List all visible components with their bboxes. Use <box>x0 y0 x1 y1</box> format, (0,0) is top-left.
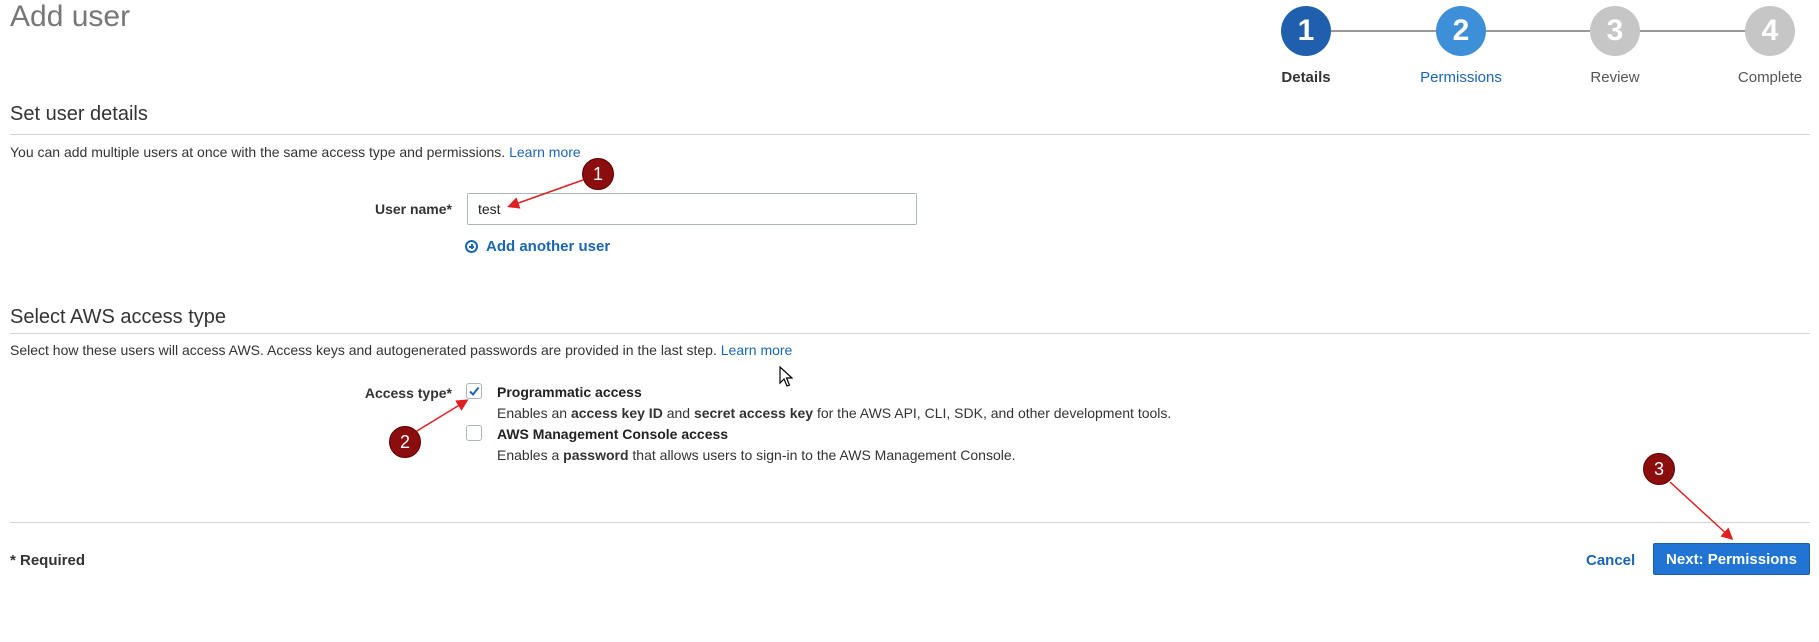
programmatic-access-desc: Enables an access key ID and secret acce… <box>497 405 1172 421</box>
console-access-desc: Enables a password that allows users to … <box>497 447 1016 463</box>
annotation-marker-2: 2 <box>389 426 421 458</box>
step-1-circle: 1 <box>1281 6 1331 56</box>
cancel-button[interactable]: Cancel <box>1586 552 1635 569</box>
programmatic-access-title: Programmatic access <box>497 384 642 400</box>
footer-divider <box>10 522 1810 523</box>
section-divider <box>10 333 1810 334</box>
step-3-label: Review <box>1590 69 1640 86</box>
checkmark-icon <box>469 386 480 397</box>
page-title: Add user <box>10 0 131 33</box>
access-type-description: Select how these users will access AWS. … <box>10 342 793 358</box>
step-4-circle: 4 <box>1745 6 1795 56</box>
learn-more-link[interactable]: Learn more <box>721 342 793 358</box>
cursor-icon <box>779 366 793 387</box>
user-name-input[interactable] <box>467 193 917 225</box>
section-divider <box>10 134 1810 135</box>
plus-circle-icon <box>465 240 478 253</box>
user-name-label: User name* <box>374 201 452 217</box>
step-2-label: Permissions <box>1420 69 1502 86</box>
required-note: * Required <box>10 552 86 569</box>
annotation-marker-3: 3 <box>1643 453 1675 485</box>
add-another-user-link[interactable]: Add another user <box>465 238 610 255</box>
step-connector <box>1331 30 1436 32</box>
console-access-checkbox[interactable] <box>466 425 482 441</box>
step-3-circle: 3 <box>1590 6 1640 56</box>
step-2-circle: 2 <box>1436 6 1486 56</box>
learn-more-link[interactable]: Learn more <box>509 144 581 160</box>
annotation-arrow <box>411 399 469 435</box>
step-1-label: Details <box>1281 69 1331 86</box>
console-access-title: AWS Management Console access <box>497 426 729 442</box>
programmatic-access-checkbox[interactable] <box>466 383 482 399</box>
step-connector <box>1486 30 1590 32</box>
access-type-label: Access type* <box>364 385 452 401</box>
step-4-label: Complete <box>1737 69 1803 86</box>
user-details-description: You can add multiple users at once with … <box>10 144 581 160</box>
annotation-arrow <box>1669 481 1734 541</box>
user-details-heading: Set user details <box>10 103 148 125</box>
next-permissions-button[interactable]: Next: Permissions <box>1653 543 1810 575</box>
annotation-arrows <box>411 179 1734 541</box>
annotation-marker-1: 1 <box>582 158 614 190</box>
access-type-heading: Select AWS access type <box>10 306 227 328</box>
step-connector <box>1640 30 1745 32</box>
